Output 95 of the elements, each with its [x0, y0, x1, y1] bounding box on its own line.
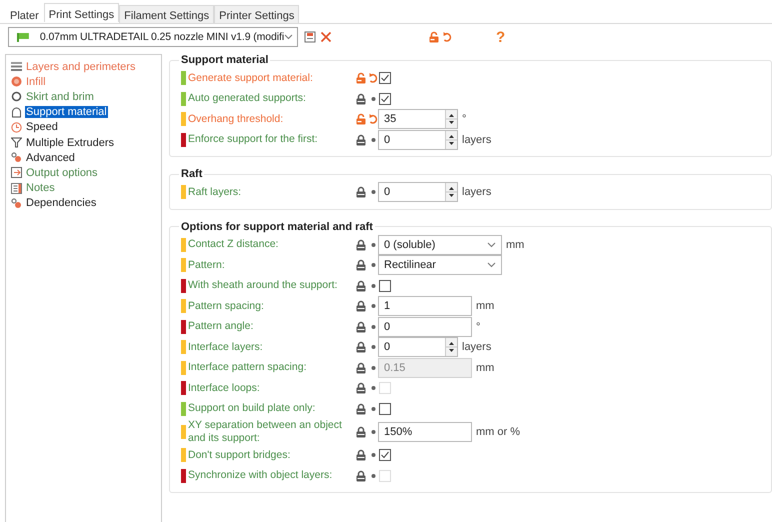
unit-label: mm: [476, 300, 494, 312]
option-label: Generate support material:: [188, 72, 314, 85]
lock-icon[interactable]: [355, 92, 367, 105]
checkbox[interactable]: [379, 72, 391, 84]
tree-item[interactable]: Advanced: [25, 152, 76, 164]
lock-icon[interactable]: [355, 382, 367, 394]
number-field[interactable]: 35: [378, 109, 458, 130]
chevron-icon: [487, 242, 496, 248]
number-field[interactable]: 0: [378, 130, 458, 150]
unit-label: mm: [506, 238, 524, 251]
number-field[interactable]: 0: [378, 337, 458, 358]
layers-icon: [11, 61, 22, 72]
checkbox[interactable]: [379, 280, 391, 292]
lock-icon[interactable]: [355, 426, 367, 438]
option-label: With sheath around the support:: [188, 279, 338, 292]
flag-icon: [16, 32, 30, 42]
lock-icon[interactable]: [355, 341, 367, 354]
option-label: Interface pattern spacing:: [188, 361, 308, 374]
input-field[interactable]: 1: [378, 296, 472, 316]
notes-icon: [11, 182, 22, 194]
option-label: Overhang threshold:: [188, 112, 284, 126]
checkbox[interactable]: [379, 402, 391, 415]
dome-icon: [11, 106, 22, 118]
spin-buttons[interactable]: [445, 130, 457, 149]
option-label: Pattern spacing:: [188, 300, 265, 313]
option-label: Enforce support for the first:: [188, 133, 319, 146]
tab[interactable]: Print Settings: [44, 3, 120, 22]
option-label: Pattern angle:: [188, 320, 254, 334]
lock-icon[interactable]: [355, 72, 367, 84]
lock-icon[interactable]: [355, 113, 367, 126]
save-icon[interactable]: [304, 31, 316, 43]
gears-icon: [11, 152, 22, 164]
lock-icon[interactable]: [355, 238, 367, 251]
unit-label: °: [462, 113, 466, 126]
lock-icon[interactable]: [355, 259, 367, 272]
funnel-icon: [11, 137, 22, 148]
lock-icon[interactable]: [355, 470, 367, 482]
tree-item[interactable]: Speed: [25, 121, 59, 134]
option-label: Support on build plate only:: [188, 402, 316, 416]
lock-icon[interactable]: [355, 280, 367, 292]
dropdown[interactable]: Rectilinear: [378, 255, 502, 276]
option-label: Synchronize with object layers:: [188, 469, 334, 482]
section-title: Raft: [180, 168, 204, 180]
input-field[interactable]: 0: [378, 316, 472, 337]
unit-label: layers: [462, 341, 492, 354]
number-field[interactable]: 0: [378, 182, 458, 202]
lock-icon[interactable]: [355, 186, 367, 198]
option-label: Contact Z distance:: [188, 238, 280, 252]
tab[interactable]: Printer Settings: [214, 5, 300, 23]
chevron-icon: [487, 262, 496, 268]
unit-label: mm or %: [476, 426, 520, 438]
unit-label: layers: [462, 186, 492, 198]
section-title: Support material: [180, 54, 270, 66]
option-label: Interface layers:: [188, 340, 264, 354]
tree-item[interactable]: Dependencies: [25, 197, 98, 210]
delete-icon[interactable]: [320, 31, 332, 43]
tree-item[interactable]: Skirt and brim: [25, 90, 95, 103]
unit-label: mm: [476, 362, 494, 374]
option-label: Auto generated supports:: [188, 92, 307, 106]
lock-icon[interactable]: [355, 449, 367, 462]
tree-item[interactable]: Output options: [25, 166, 99, 179]
unit-label: °: [476, 320, 480, 333]
lock-icon[interactable]: [355, 402, 367, 415]
tree-item[interactable]: Support material: [25, 106, 108, 118]
infill-icon: [11, 76, 22, 88]
option-label: Don't support bridges:: [188, 448, 292, 462]
input-field[interactable]: 150%: [378, 422, 472, 442]
chevron-icon: [284, 34, 293, 40]
tree-item[interactable]: Multiple Extruders: [25, 136, 116, 149]
lock-icon[interactable]: [355, 134, 367, 146]
tab[interactable]: Filament Settings: [119, 5, 214, 23]
option-label: Pattern:: [188, 258, 226, 272]
section-title: Options for support material and raft: [180, 220, 374, 232]
tree-item[interactable]: Notes: [25, 182, 56, 194]
reset-icon[interactable]: [443, 31, 452, 43]
lock-icon[interactable]: [355, 362, 367, 374]
option-label: Raft layers:: [188, 186, 242, 199]
checkbox[interactable]: [379, 449, 391, 462]
option-label: Interface loops:: [188, 382, 261, 395]
spin-buttons[interactable]: [445, 338, 457, 356]
ring-icon: [11, 91, 22, 102]
gears-icon: [11, 198, 22, 209]
reset-icon[interactable]: [369, 113, 378, 126]
checkbox[interactable]: [379, 92, 391, 105]
unit-label: layers: [462, 134, 492, 146]
spin-buttons[interactable]: [445, 183, 457, 202]
lock-icon[interactable]: [355, 320, 367, 333]
preset-dropdown[interactable]: 0.07mm ULTRADETAIL 0.25 nozzle MINI v1.9 (modifi: [8, 27, 298, 47]
spin-buttons[interactable]: [445, 110, 457, 128]
lock-icon[interactable]: [428, 31, 440, 43]
lock-icon[interactable]: [355, 300, 367, 312]
export-icon: [11, 167, 22, 178]
option-label: XY separation between an object and its support:: [188, 419, 343, 445]
dropdown[interactable]: 0 (soluble): [378, 234, 502, 255]
clock-icon: [11, 122, 22, 133]
